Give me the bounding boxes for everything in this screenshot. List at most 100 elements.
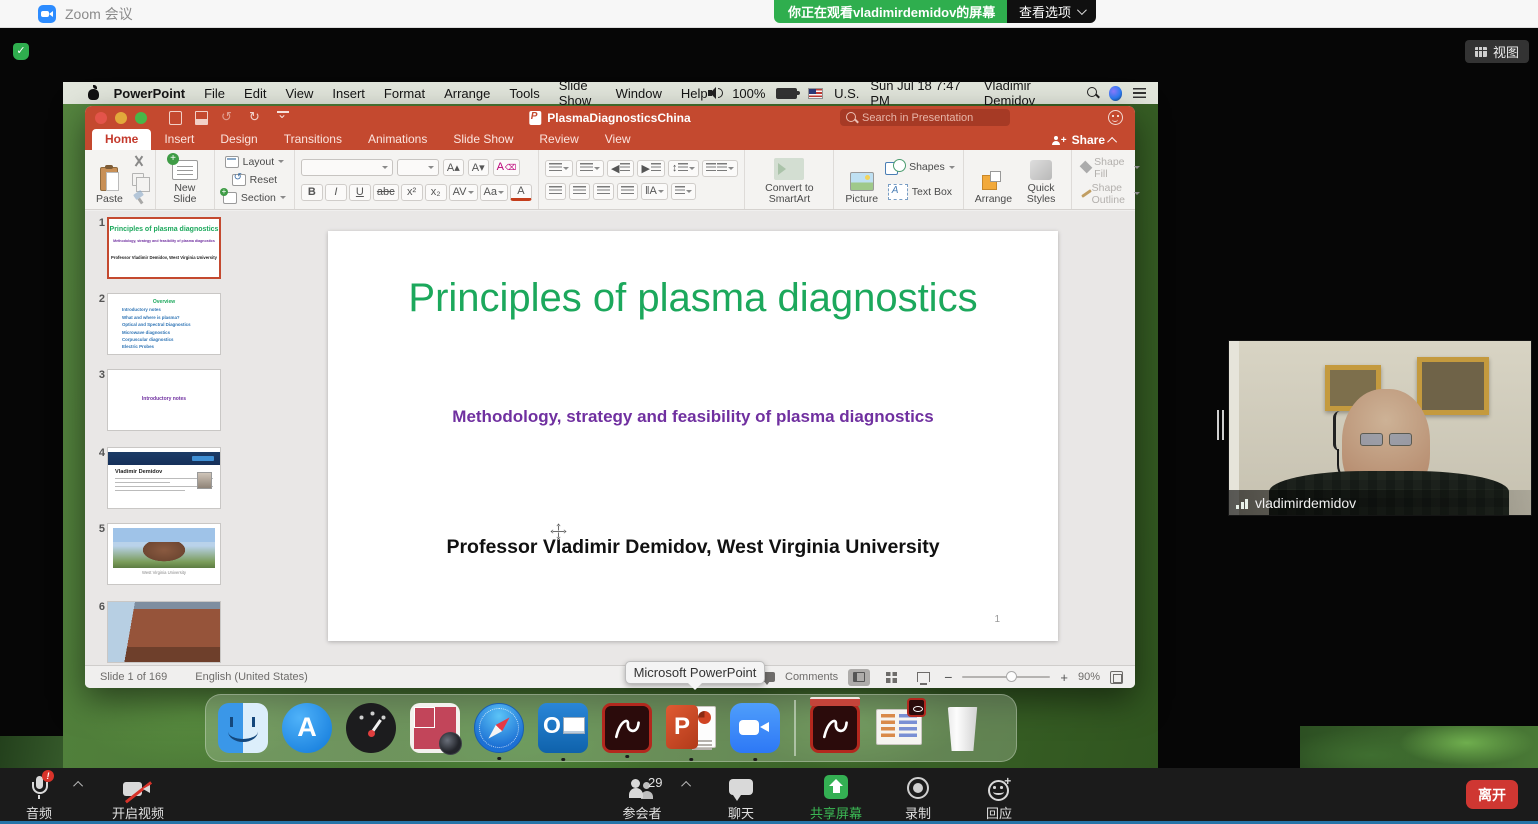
audio-button[interactable]: ! 音频 — [26, 775, 52, 822]
dock-finder-icon[interactable] — [218, 703, 268, 753]
feedback-smiley-icon[interactable] — [1108, 110, 1123, 125]
minimize-window-button[interactable] — [115, 112, 127, 124]
normal-view-button[interactable] — [848, 669, 870, 686]
dock-acrobat-reader-icon[interactable] — [810, 703, 860, 753]
bullets-button[interactable] — [545, 160, 573, 177]
italic-button[interactable]: I — [325, 184, 347, 201]
new-slide-button[interactable]: New Slide — [162, 155, 208, 205]
slide-subtitle[interactable]: Methodology, strategy and feasibility of… — [328, 407, 1058, 427]
slide-author[interactable]: Professor Vladimir Demidov, West Virgini… — [328, 536, 1058, 559]
underline-button[interactable]: U — [349, 184, 371, 201]
record-button[interactable]: 录制 — [905, 775, 931, 822]
input-source-label[interactable]: U.S. — [834, 86, 859, 101]
columns-button[interactable] — [702, 160, 738, 177]
quick-styles-button[interactable]: Quick Styles — [1017, 155, 1065, 205]
close-window-button[interactable] — [95, 112, 107, 124]
menu-arrange[interactable]: Arrange — [444, 86, 490, 101]
shape-fill-button[interactable]: Shape Fill — [1078, 155, 1142, 181]
participants-options-chevron[interactable] — [681, 781, 691, 791]
dock-documents-icon[interactable] — [874, 703, 924, 753]
line-spacing-button[interactable]: ↕ — [668, 160, 700, 177]
view-layout-button[interactable]: 视图 — [1465, 40, 1529, 63]
change-case-button[interactable]: Aa — [480, 184, 508, 201]
tab-view[interactable]: View — [592, 129, 644, 150]
align-left-button[interactable] — [545, 183, 566, 200]
layout-button[interactable]: Layout — [223, 155, 287, 169]
menu-edit[interactable]: Edit — [244, 86, 266, 101]
search-input[interactable] — [862, 112, 982, 124]
menu-file[interactable]: File — [204, 86, 225, 101]
leave-meeting-button[interactable]: 离开 — [1466, 780, 1518, 809]
shapes-button[interactable]: Shapes — [883, 158, 957, 176]
zoom-slider-knob[interactable] — [1006, 671, 1017, 682]
clear-formatting-button[interactable]: A⌫ — [493, 159, 521, 176]
customize-toolbar-icon[interactable] — [277, 111, 291, 125]
font-color-button[interactable]: A — [510, 184, 532, 201]
increase-indent-button[interactable]: ▶ — [637, 160, 664, 177]
format-painter-icon[interactable] — [132, 191, 145, 204]
bold-button[interactable]: B — [301, 184, 323, 201]
shape-outline-button[interactable]: Shape Outline — [1078, 181, 1142, 207]
menubar-clock[interactable]: Sun Jul 18 7:47 PM — [870, 78, 973, 108]
strikethrough-button[interactable]: abc — [373, 184, 399, 201]
tab-slide-show[interactable]: Slide Show — [440, 129, 526, 150]
notification-center-icon[interactable] — [1133, 88, 1146, 98]
view-options-button[interactable]: 查看选项 — [1007, 0, 1096, 23]
increase-font-button[interactable]: A▴ — [443, 159, 464, 176]
tab-animations[interactable]: Animations — [355, 129, 440, 150]
fit-slide-icon[interactable] — [1110, 671, 1123, 684]
slide-thumbnail-4[interactable]: Vladimir Demidov — [107, 447, 221, 509]
dock-acrobat-icon[interactable] — [602, 703, 652, 753]
redo-icon[interactable] — [249, 112, 264, 124]
decrease-font-button[interactable]: A▾ — [468, 159, 489, 176]
zoom-out-button[interactable]: − — [944, 669, 952, 685]
menu-format[interactable]: Format — [384, 86, 425, 101]
font-size-dropdown[interactable] — [397, 159, 439, 176]
undo-icon[interactable] — [221, 112, 236, 124]
zoom-slider[interactable] — [962, 676, 1050, 679]
save-icon[interactable] — [195, 111, 208, 125]
spotlight-search-icon[interactable] — [1087, 87, 1098, 99]
align-right-button[interactable] — [593, 183, 614, 200]
apple-menu-icon[interactable] — [87, 86, 95, 100]
new-document-icon[interactable] — [169, 111, 182, 125]
align-center-button[interactable] — [569, 183, 590, 200]
menu-help[interactable]: Help — [681, 86, 708, 101]
dock-trash-icon[interactable] — [938, 703, 988, 753]
slide-thumbnail-3[interactable]: Introductory notes — [107, 369, 221, 431]
paste-button[interactable]: Paste — [91, 155, 128, 205]
input-flag-icon[interactable] — [808, 88, 824, 99]
text-direction-button[interactable]: ‖A — [641, 183, 668, 200]
slide-thumbnail-5[interactable]: West Virginia University — [107, 523, 221, 585]
justify-button[interactable] — [617, 183, 638, 200]
copy-icon[interactable] — [132, 173, 144, 186]
slide-thumbnail-6[interactable] — [107, 601, 221, 663]
section-button[interactable]: Section — [221, 191, 288, 205]
slide-thumbnail-1[interactable]: Principles of plasma diagnostics Methodo… — [107, 217, 221, 279]
presentation-search-box[interactable] — [840, 109, 1010, 126]
menu-app-name[interactable]: PowerPoint — [114, 86, 186, 101]
tab-transitions[interactable]: Transitions — [271, 129, 355, 150]
share-screen-button[interactable]: 共享屏幕 — [810, 775, 862, 822]
volume-icon[interactable] — [708, 87, 722, 99]
comments-button[interactable]: Comments — [785, 671, 838, 683]
numbering-button[interactable] — [576, 160, 604, 177]
tab-insert[interactable]: Insert — [151, 129, 207, 150]
character-spacing-button[interactable]: AV — [449, 184, 478, 201]
decrease-indent-button[interactable]: ◀ — [607, 160, 634, 177]
menubar-user[interactable]: Vladimir Demidov — [984, 78, 1076, 108]
menu-tools[interactable]: Tools — [509, 86, 539, 101]
chat-button[interactable]: 聊天 — [728, 775, 754, 822]
participant-video-tile[interactable]: vladimirdemidov — [1228, 340, 1532, 516]
language-status[interactable]: English (United States) — [195, 671, 308, 683]
zoom-window-button[interactable] — [135, 112, 147, 124]
font-name-dropdown[interactable] — [301, 159, 393, 176]
audio-options-chevron[interactable] — [73, 781, 83, 791]
reactions-button[interactable]: 回应 — [986, 775, 1012, 822]
menu-view[interactable]: View — [285, 86, 313, 101]
dock-safari-icon[interactable] — [474, 703, 524, 753]
slideshow-button[interactable] — [912, 669, 934, 686]
picture-button[interactable]: Picture — [840, 155, 883, 205]
reset-button[interactable]: Reset — [230, 173, 279, 187]
slide-canvas[interactable]: Principles of plasma diagnostics Methodo… — [328, 231, 1058, 641]
